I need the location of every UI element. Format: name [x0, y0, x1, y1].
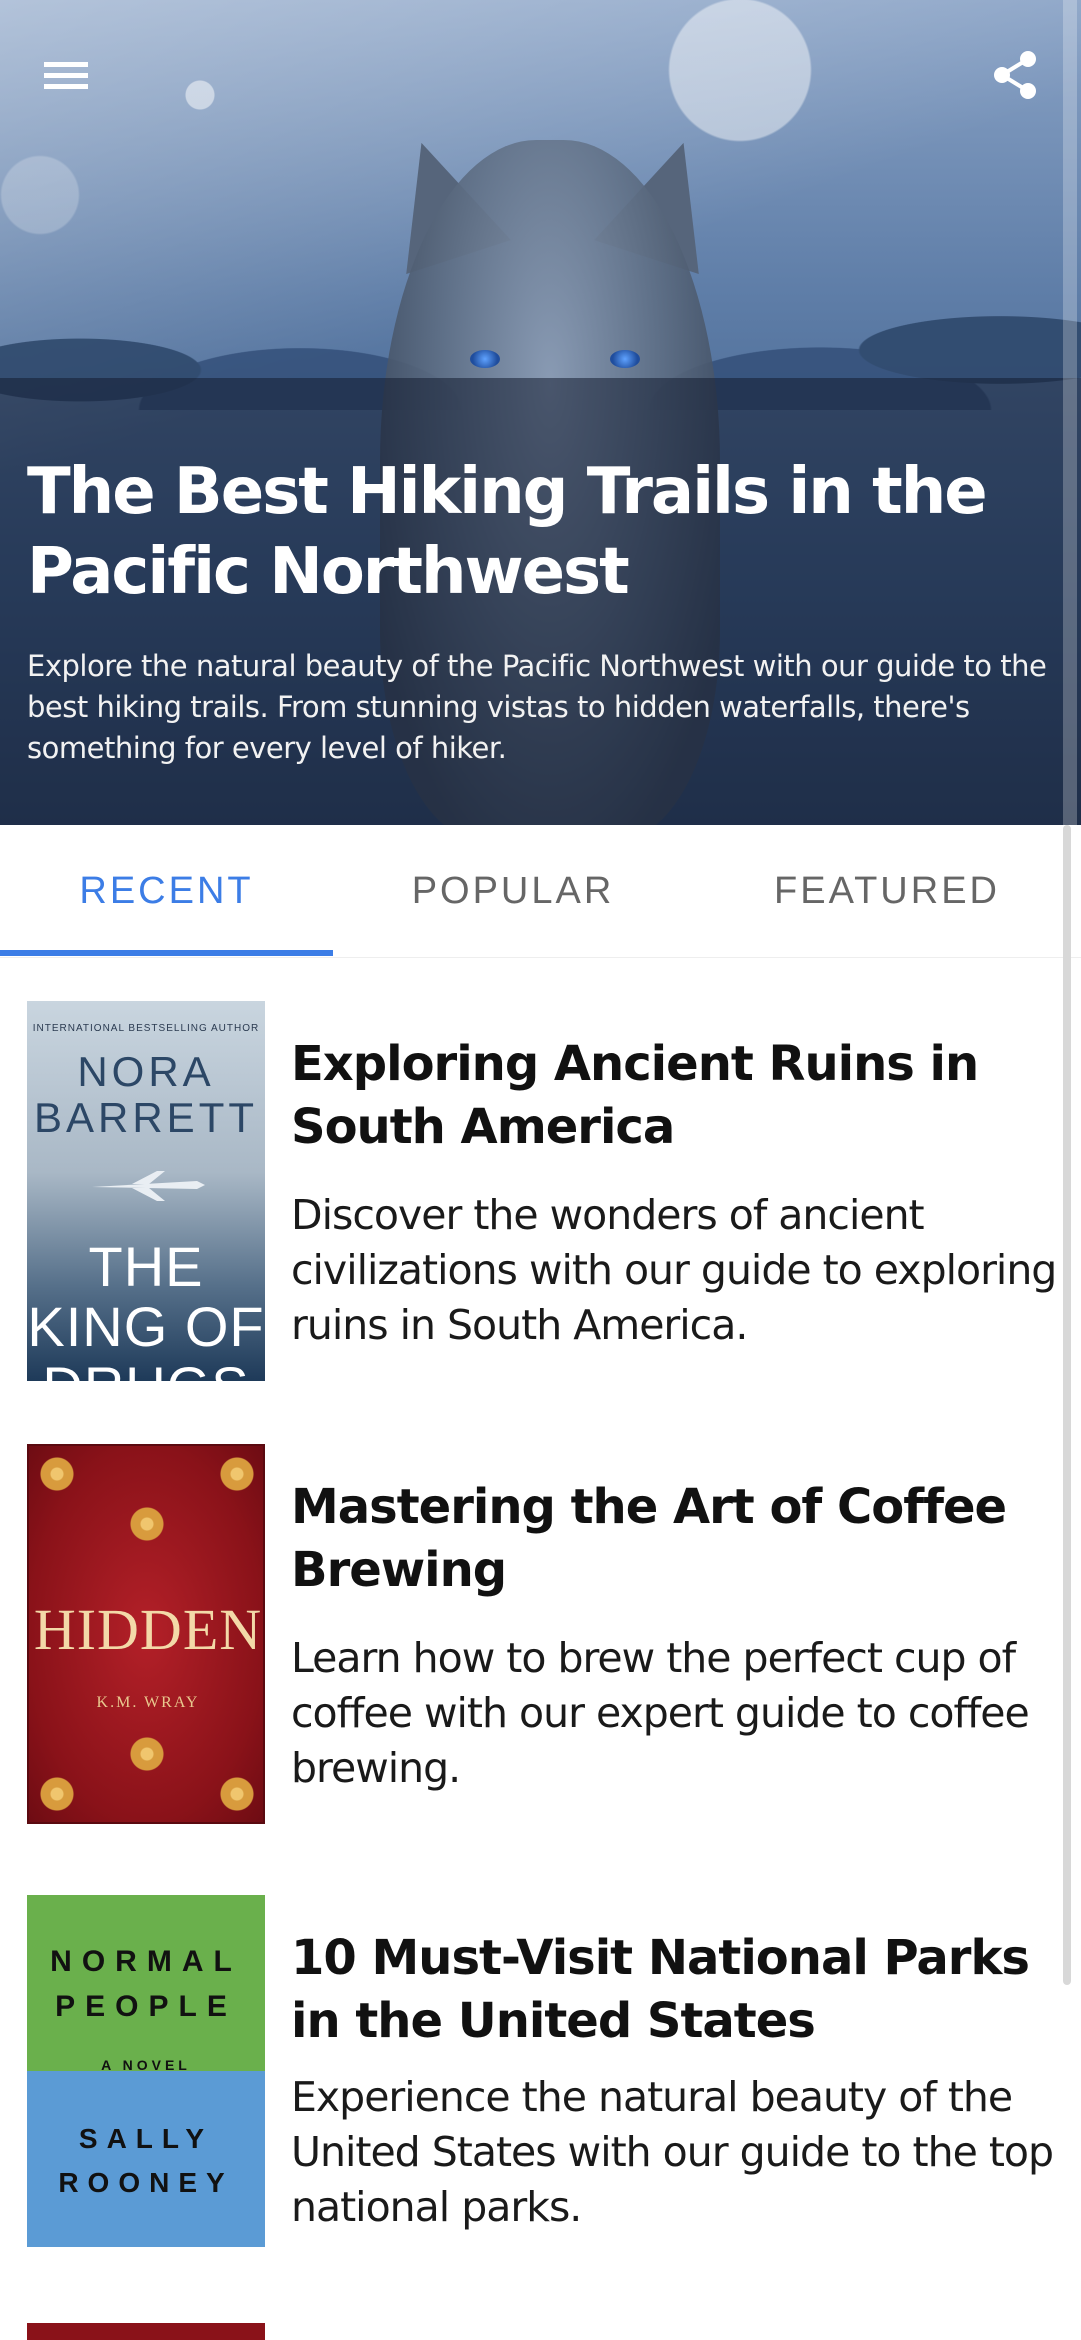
- hero-description: Explore the natural beauty of the Pacifi…: [27, 649, 1047, 765]
- airplane-icon: [92, 1171, 205, 1201]
- article-cover-image: INTERNATIONAL BESTSELLING AUTHOR NORA BA…: [27, 1001, 265, 1381]
- tab-featured[interactable]: FEATURED: [693, 825, 1081, 957]
- flower-ornament-icon: [219, 1776, 255, 1812]
- flower-ornament-icon: [129, 1506, 165, 1542]
- cover-author-line: ROONEY: [58, 2167, 234, 2198]
- tab-bar: RECENT POPULAR FEATURED: [0, 825, 1081, 958]
- article-cover-image: NORMAL PEOPLE A NOVEL SALLY ROONEY: [27, 1895, 265, 2247]
- cover-title: THE KING OF DRUGS: [27, 1235, 265, 1382]
- wolf-eye-left: [470, 350, 500, 368]
- tab-popular[interactable]: POPULAR: [333, 825, 693, 957]
- wolf-eye-right: [610, 350, 640, 368]
- page-scrollbar-thumb[interactable]: [1063, 825, 1071, 1985]
- tab-recent[interactable]: RECENT: [0, 825, 333, 957]
- cover-title: HIDDEN: [33, 1597, 263, 1662]
- article-description: Learn how to brew the perfect cup of cof…: [291, 1634, 1030, 1792]
- share-button[interactable]: [985, 45, 1045, 105]
- article-title: Mastering the Art of Coffee Brewing: [291, 1479, 1007, 1598]
- article-cover-image: [27, 2323, 265, 2340]
- article-description: Experience the natural beauty of the Uni…: [291, 2073, 1054, 2231]
- menu-button[interactable]: [36, 45, 96, 105]
- flower-ornament-icon: [39, 1456, 75, 1492]
- article-cover-image: HIDDEN K.M. WRAY: [27, 1444, 265, 1824]
- hero-banner: The Best Hiking Trails in the Pacific No…: [0, 0, 1081, 825]
- cover-subtitle: A NOVEL: [101, 2057, 191, 2073]
- article-title: Exploring Ancient Ruins in South America: [291, 1036, 979, 1155]
- cover-title-line: PEOPLE: [55, 1990, 237, 2023]
- flower-ornament-icon: [129, 1736, 165, 1772]
- hero-title: The Best Hiking Trails in the Pacific No…: [27, 455, 988, 609]
- hero-scrollbar-track: [1063, 0, 1077, 825]
- cover-author: K.M. WRAY: [96, 1694, 200, 1711]
- article-item[interactable]: NORMAL PEOPLE A NOVEL SALLY ROONEY 10 Mu…: [0, 1895, 1060, 2247]
- article-item[interactable]: HIDDEN K.M. WRAY Mastering the Art of Co…: [0, 1444, 1060, 1824]
- cover-tagline: INTERNATIONAL BESTSELLING AUTHOR: [32, 1023, 260, 1034]
- cover-author: NORA BARRETT: [33, 1048, 258, 1141]
- article-description: Discover the wonders of ancient civiliza…: [291, 1191, 1057, 1349]
- cover-author-line: SALLY: [78, 2123, 214, 2154]
- tab-active-indicator: [0, 950, 333, 956]
- cover-title-line: NORMAL: [50, 1945, 242, 1978]
- menu-icon: [44, 62, 88, 89]
- flower-ornament-icon: [39, 1776, 75, 1812]
- flower-ornament-icon: [219, 1456, 255, 1492]
- share-icon: [994, 51, 1036, 99]
- article-title: 10 Must-Visit National Parks in the Unit…: [291, 1930, 1030, 2049]
- article-item[interactable]: INTERNATIONAL BESTSELLING AUTHOR NORA BA…: [0, 1001, 1060, 1381]
